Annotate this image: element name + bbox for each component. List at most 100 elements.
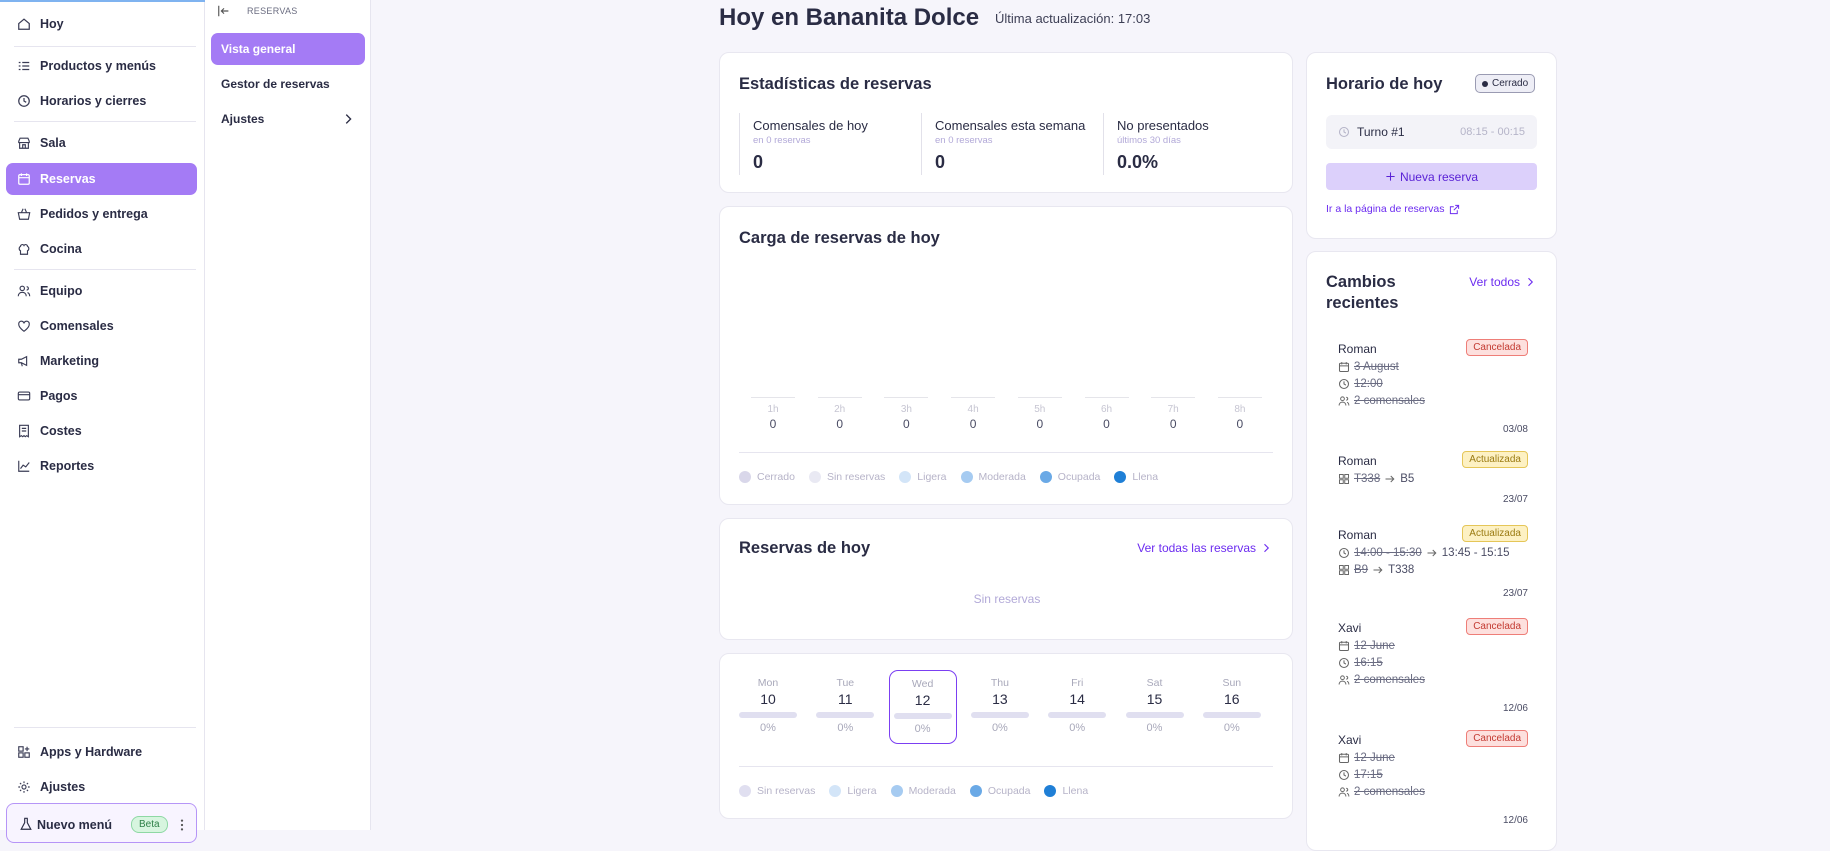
sidebar-item-productos[interactable]: Productos y menús <box>6 50 197 82</box>
new-reservation-button[interactable]: Nueva reserva <box>1326 163 1537 190</box>
legend-label: Moderada <box>908 785 956 797</box>
beta-badge: Beta <box>131 816 168 833</box>
subnav-item-gestor[interactable]: Gestor de reservas <box>211 68 365 100</box>
stat-no-presentados: No presentados últimos 30 días 0.0% <box>1103 113 1273 175</box>
day-load-bar <box>1048 712 1107 718</box>
day-load-bar <box>893 713 952 719</box>
updated-badge: Actualizada <box>1462 525 1528 542</box>
receipt-icon <box>17 424 31 438</box>
sidebar-item-equipo[interactable]: Equipo <box>6 275 197 307</box>
basket-icon <box>17 207 31 221</box>
sidebar-item-pedidos[interactable]: Pedidos y entrega <box>6 198 197 230</box>
sidebar-item-hoy[interactable]: Hoy <box>6 8 197 40</box>
clock-icon <box>1338 378 1350 390</box>
day-fri[interactable]: Fri 14 0% <box>1043 670 1111 744</box>
day-name: Thu <box>990 677 1009 689</box>
sidebar-item-marketing[interactable]: Marketing <box>6 345 197 377</box>
legend-dot <box>890 785 903 797</box>
clock-icon <box>1338 657 1350 669</box>
hour-label: 2h <box>834 404 846 415</box>
day-sun[interactable]: Sun 16 0% <box>1198 670 1266 744</box>
hour-column: 1h 0 <box>749 397 797 431</box>
stats-card: Estadísticas de reservas Comensales de h… <box>719 52 1293 193</box>
table-icon <box>1338 473 1350 485</box>
sidebar-item-comensales[interactable]: Comensales <box>6 310 197 342</box>
sidebar-item-reservas[interactable]: Reservas <box>6 163 197 195</box>
clock-icon <box>17 94 31 108</box>
stat-sub: en 0 reservas <box>935 135 993 146</box>
plus-icon <box>1385 171 1396 182</box>
change-entry[interactable]: Roman Actualizada T338 B5 23/07 <box>1338 451 1528 505</box>
view-all-changes-link[interactable]: Ver todos <box>1469 275 1536 289</box>
change-entry[interactable]: Xavi Cancelada 12 June 16:15 2 comensale… <box>1338 618 1528 714</box>
view-all-reservations-link[interactable]: Ver todas las reservas <box>1137 541 1272 555</box>
day-wed[interactable]: Wed 12 0% <box>888 670 957 744</box>
sidebar-item-cocina[interactable]: Cocina <box>6 233 197 265</box>
new-menu-button[interactable]: Nuevo menú Beta <box>6 803 197 843</box>
stats-title: Estadísticas de reservas <box>739 75 932 93</box>
stat-sub: en 0 reservas <box>753 135 811 146</box>
day-thu[interactable]: Thu 13 0% <box>966 670 1034 744</box>
sidebar-item-costes[interactable]: Costes <box>6 415 197 447</box>
new-time: 13:45 - 15:15 <box>1441 547 1510 559</box>
legend-dot <box>1114 471 1127 483</box>
legend-item: Ligera <box>899 471 947 483</box>
sidebar-item-label: Pagos <box>40 389 78 403</box>
sidebar-item-label: Equipo <box>40 284 83 298</box>
home-icon <box>17 17 31 31</box>
reservations-page-link[interactable]: Ir a la página de reservas <box>1326 203 1460 215</box>
legend-label: Ligera <box>847 785 877 797</box>
external-link-icon <box>1449 204 1460 215</box>
cancelled-badge: Cancelada <box>1466 730 1528 747</box>
legend-dot <box>739 785 751 797</box>
collapse-sidebar-icon[interactable] <box>217 4 231 18</box>
legend-label: Llena <box>1062 785 1089 797</box>
subnav-item-ajustes[interactable]: Ajustes <box>211 103 365 135</box>
sidebar-item-apps[interactable]: Apps y Hardware <box>6 736 197 768</box>
divider <box>14 727 196 728</box>
day-name: Fri <box>1071 677 1084 689</box>
today-reservations-card: Reservas de hoy Ver todas las reservas S… <box>719 518 1293 640</box>
legend-label: Ocupada <box>987 785 1031 797</box>
sidebar-item-label: Sala <box>40 136 66 150</box>
hour-column: 2h 0 <box>816 397 864 431</box>
legend-item: Ligera <box>829 785 877 797</box>
change-entry[interactable]: Roman Cancelada 3 August 12:00 2 comensa… <box>1338 339 1528 435</box>
sidebar-item-reportes[interactable]: Reportes <box>6 450 197 482</box>
button-label: Nueva reserva <box>1399 169 1479 184</box>
day-date: 15 <box>1146 691 1163 707</box>
old-time: 14:00 - 15:30 <box>1354 547 1422 559</box>
sidebar-item-horarios[interactable]: Horarios y cierres <box>6 85 197 117</box>
sidebar-item-label: Reportes <box>40 459 95 473</box>
subnav-item-label: Gestor de reservas <box>221 77 330 91</box>
sidebar-item-pagos[interactable]: Pagos <box>6 380 197 412</box>
schedule-title: Horario de hoy <box>1326 75 1443 93</box>
day-mon[interactable]: Mon 10 0% <box>734 670 802 744</box>
change-entry[interactable]: Roman Actualizada 14:00 - 15:30 13:45 - 1… <box>1338 525 1528 599</box>
sidebar-item-sala[interactable]: Sala <box>6 127 197 159</box>
subnav-item-vista-general[interactable]: Vista general <box>211 33 365 65</box>
sidebar-item-ajustes[interactable]: Ajustes <box>6 771 197 803</box>
updated-badge: Actualizada <box>1462 451 1528 468</box>
day-date: 13 <box>992 691 1008 707</box>
hour-count: 0 <box>1236 417 1244 431</box>
empty-state: Sin reservas <box>973 592 1041 606</box>
stat-comensales-semana: Comensales esta semana en 0 reservas 0 <box>921 113 1091 175</box>
hour-label: 7h <box>1167 404 1179 415</box>
sidebar-item-label: Hoy <box>40 17 64 31</box>
day-sat[interactable]: Sat 15 0% <box>1121 670 1189 744</box>
stat-label: Comensales de hoy <box>753 118 868 133</box>
legend-label: Sin reservas <box>757 785 816 797</box>
divider <box>739 452 1273 453</box>
change-entry[interactable]: Xavi Cancelada 12 June 17:15 2 comensale… <box>1338 730 1528 826</box>
load-title: Carga de reservas de hoy <box>739 229 940 247</box>
day-date: 10 <box>760 691 776 707</box>
link-label: Ver todas las reservas <box>1137 541 1256 555</box>
megaphone-icon <box>17 354 31 368</box>
day-tue[interactable]: Tue 11 0% <box>811 670 879 744</box>
legend-item: Sin reservas <box>808 471 885 483</box>
status-label: Cerrado <box>1492 78 1529 89</box>
chevron-right-icon <box>1260 542 1272 554</box>
shift-row[interactable]: Turno #1 08:15 - 00:15 <box>1326 115 1537 149</box>
calendar-icon <box>1338 752 1350 764</box>
